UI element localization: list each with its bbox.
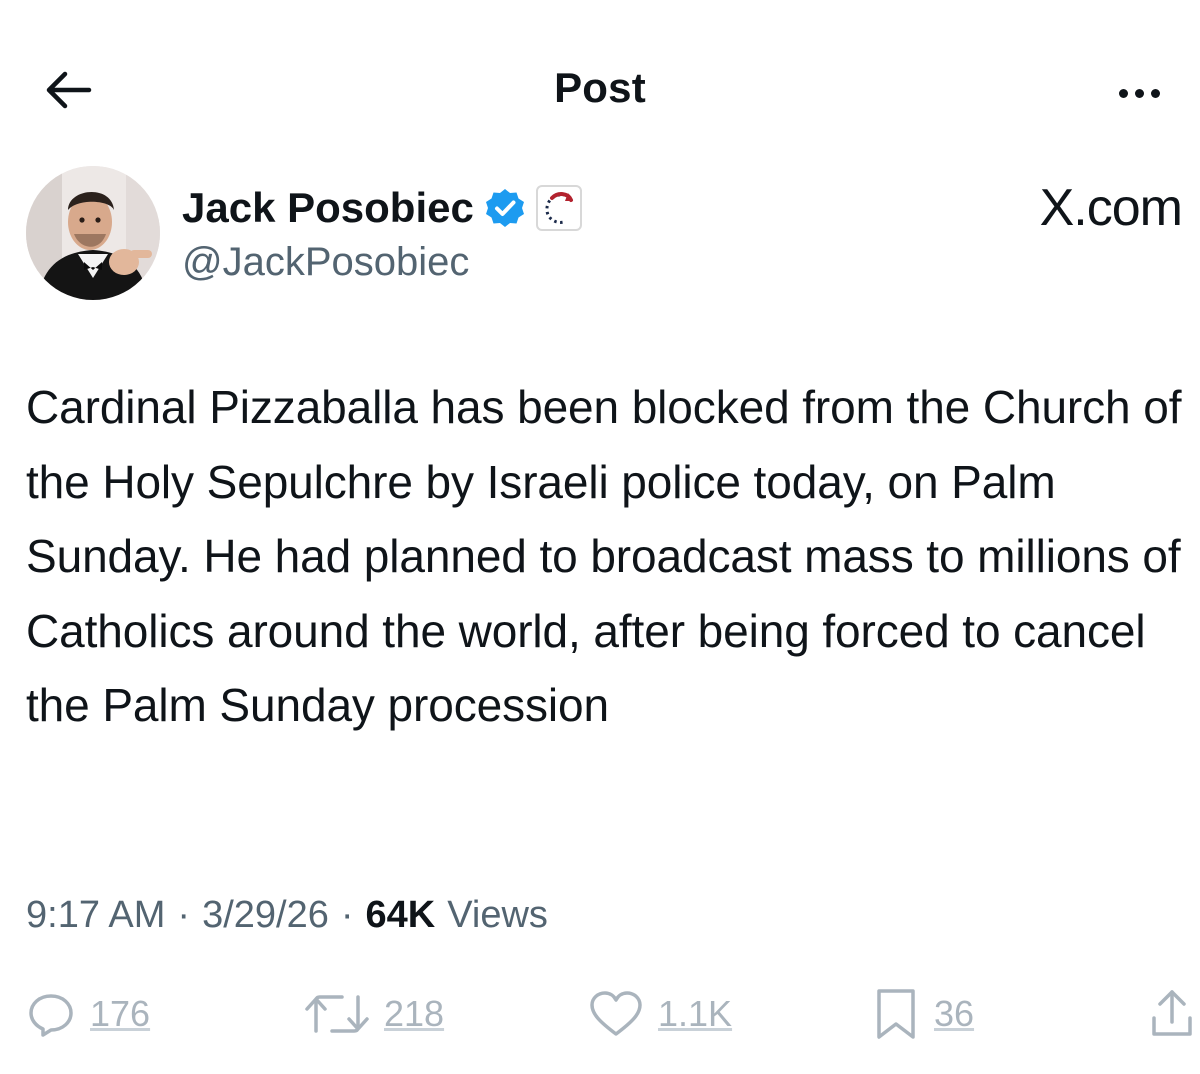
post-text: Cardinal Pizzaballa has been blocked fro…: [26, 381, 1182, 731]
views-label[interactable]: Views: [447, 894, 548, 937]
share-button[interactable]: [1148, 986, 1196, 1042]
heart-icon: [590, 991, 642, 1036]
avatar-photo: [26, 166, 160, 300]
bookmark-icon: [877, 989, 915, 1039]
bookmark-count: 36: [934, 993, 975, 1034]
repost-icon: [305, 995, 369, 1033]
source-label: X.com: [1039, 179, 1183, 237]
post-detail-page: Post Jack Posobiec @JackPosobiec X.com C…: [0, 0, 1200, 1074]
repost-button[interactable]: 218: [304, 986, 444, 1042]
affiliation-badge[interactable]: [535, 185, 582, 231]
post-time[interactable]: 9:17 AM: [26, 894, 165, 937]
like-button[interactable]: 1.1K: [588, 986, 732, 1042]
page-title: Post: [554, 64, 646, 111]
verified-badge-icon: [485, 189, 524, 227]
meta-separator: ·: [177, 893, 191, 936]
reply-button[interactable]: 176: [26, 986, 150, 1042]
more-horizontal-icon: [1118, 88, 1128, 98]
top-header: Post: [0, 40, 1200, 140]
author-name-row: Jack Posobiec: [182, 180, 582, 236]
like-count: 1.1K: [658, 993, 733, 1034]
post-date[interactable]: 3/29/26: [202, 894, 329, 937]
more-options-button[interactable]: [1104, 78, 1174, 108]
views-count[interactable]: 64K: [366, 894, 436, 937]
meta-separator: ·: [340, 893, 354, 936]
post-meta: 9:17 AM · 3/29/26 · 64K Views: [26, 888, 548, 942]
author-handle[interactable]: @JackPosobiec: [182, 240, 469, 285]
bookmark-button[interactable]: 36: [872, 986, 974, 1042]
avatar[interactable]: [26, 166, 160, 300]
affiliation-badge-icon: [545, 192, 573, 224]
repost-count: 218: [384, 993, 445, 1034]
share-icon: [1152, 990, 1192, 1036]
reply-icon: [29, 994, 73, 1037]
author-name[interactable]: Jack Posobiec: [182, 184, 474, 232]
reply-count: 176: [90, 993, 151, 1034]
